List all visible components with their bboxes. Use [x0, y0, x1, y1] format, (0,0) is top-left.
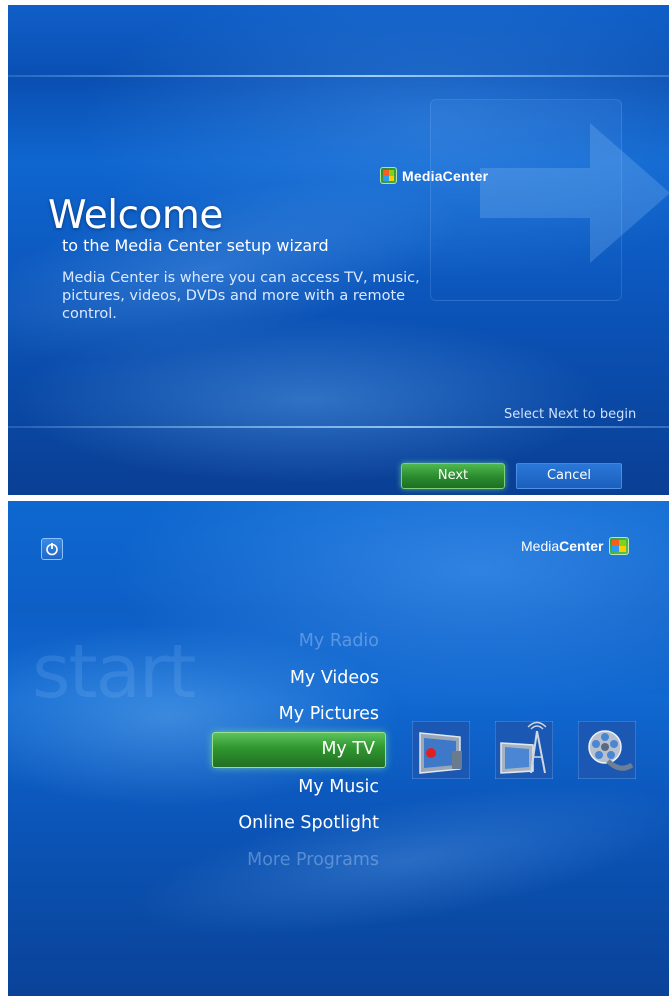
arrow-icon [480, 123, 669, 263]
logo-text: MediaCenter [402, 167, 489, 184]
windows-flag-icon [608, 537, 629, 555]
recorded-tv-icon[interactable] [412, 721, 470, 779]
bottom-divider [8, 426, 669, 428]
start-menu-screen: MediaCenter start My Radio My Videos My … [8, 501, 669, 996]
setup-wizard-screen: MediaCenter Welcome to the Media Center … [8, 5, 669, 495]
power-button[interactable] [41, 538, 63, 560]
media-center-logo: MediaCenter [380, 167, 488, 184]
media-center-logo: MediaCenter [521, 537, 629, 555]
menu-item-online-spotlight[interactable]: Online Spotlight [238, 813, 379, 833]
page-title: Welcome [48, 193, 223, 238]
menu-item-more-programs[interactable]: More Programs [247, 850, 379, 870]
menu-item-my-radio[interactable]: My Radio [299, 631, 379, 651]
movies-icon[interactable] [578, 721, 636, 779]
menu-item-my-videos[interactable]: My Videos [290, 668, 379, 688]
menu-item-my-pictures[interactable]: My Pictures [279, 704, 379, 724]
instruction-hint: Select Next to begin [504, 407, 637, 422]
menu-item-my-tv[interactable]: My TV [212, 732, 386, 768]
start-background-word: start [32, 629, 196, 715]
next-button[interactable]: Next [401, 463, 505, 489]
logo-text: MediaCenter [521, 538, 604, 554]
cancel-button[interactable]: Cancel [516, 463, 622, 489]
live-tv-icon[interactable] [495, 721, 553, 779]
description-text: Media Center is where you can access TV,… [62, 270, 420, 322]
menu-item-my-music[interactable]: My Music [298, 777, 379, 797]
page-subtitle: to the Media Center setup wizard [62, 236, 329, 255]
power-icon [46, 543, 58, 556]
menu-item-label: My TV [321, 739, 375, 759]
media-center-logo-icon [380, 167, 397, 184]
top-divider [8, 75, 669, 77]
